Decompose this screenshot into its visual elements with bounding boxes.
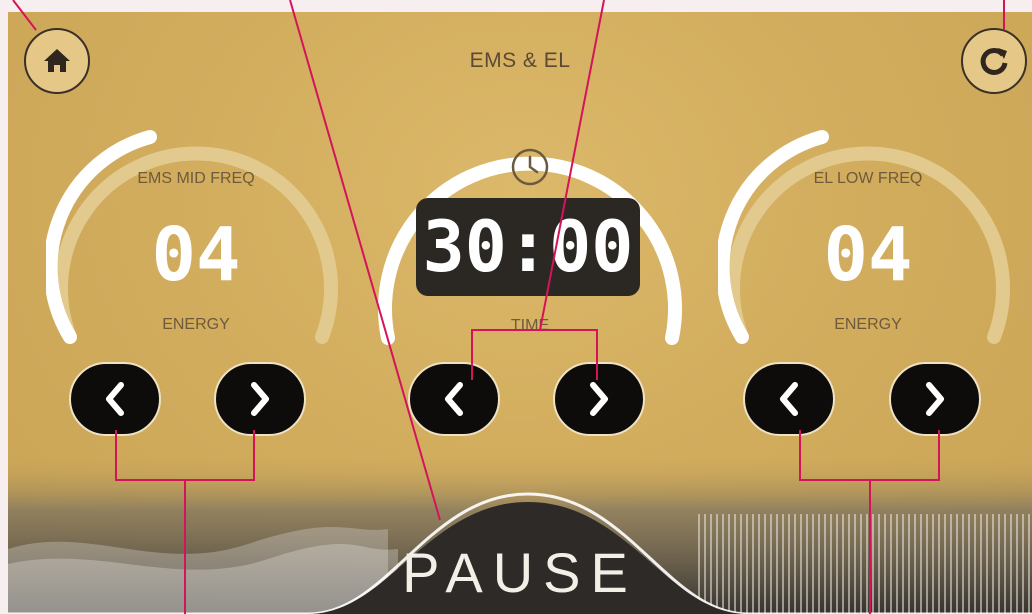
time-increase-button[interactable] bbox=[553, 362, 645, 436]
ems-mode-label: EMS MID FREQ bbox=[137, 170, 255, 187]
el-dial: EL LOW FREQ 04 ENERGY bbox=[718, 112, 1018, 362]
control-panel: EMS & EL EMS MID FREQ 04 ENERGY 30:00 TI… bbox=[8, 12, 1032, 614]
ems-energy-label: ENERGY bbox=[162, 316, 230, 333]
time-label: TIME bbox=[510, 317, 550, 334]
el-increase-button[interactable] bbox=[889, 362, 981, 436]
refresh-button[interactable] bbox=[961, 28, 1027, 94]
ems-dial: EMS MID FREQ 04 ENERGY bbox=[46, 112, 346, 362]
page-title: EMS & EL bbox=[469, 49, 571, 72]
clock-icon bbox=[511, 148, 549, 186]
chevron-right-icon bbox=[926, 382, 944, 416]
pause-button[interactable]: PAUSE bbox=[8, 540, 1032, 605]
ems-decrease-button[interactable] bbox=[69, 362, 161, 436]
ems-increase-button[interactable] bbox=[214, 362, 306, 436]
time-dial: 30:00 TIME bbox=[370, 102, 690, 362]
el-energy-value: 04 bbox=[823, 212, 913, 298]
chevron-left-icon bbox=[445, 382, 463, 416]
el-mode-label: EL LOW FREQ bbox=[813, 170, 923, 187]
el-energy-label: ENERGY bbox=[834, 316, 902, 333]
ems-energy-value: 04 bbox=[151, 212, 241, 298]
time-decrease-button[interactable] bbox=[408, 362, 500, 436]
timer-display: 30:00 bbox=[416, 198, 640, 296]
chevron-right-icon bbox=[590, 382, 608, 416]
chevron-right-icon bbox=[251, 382, 269, 416]
el-decrease-button[interactable] bbox=[743, 362, 835, 436]
chevron-left-icon bbox=[780, 382, 798, 416]
refresh-icon bbox=[980, 47, 1008, 75]
chevron-left-icon bbox=[106, 382, 124, 416]
